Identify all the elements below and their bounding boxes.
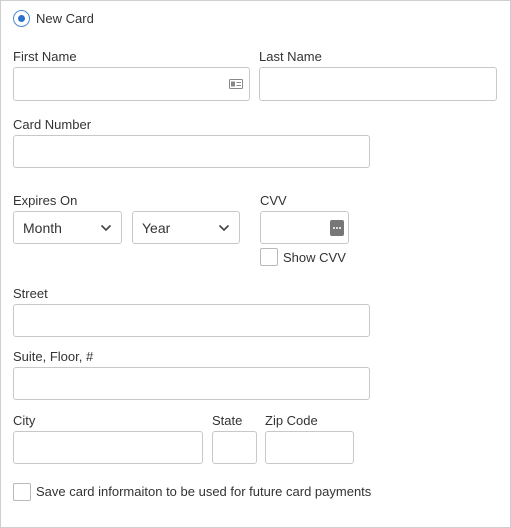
card-number-label: Card Number [13,117,92,132]
cvv-input[interactable] [260,211,349,244]
expiry-year-select[interactable]: Year [132,211,240,244]
dots-icon [330,220,344,236]
card-number-input[interactable] [13,135,370,168]
expiry-year-value: Year [142,220,171,236]
show-cvv-label: Show CVV [283,250,346,265]
radio-selected-dot [17,14,25,22]
last-name-label: Last Name [259,49,322,64]
chevron-down-icon [218,224,230,232]
payment-form: New Card First Name Last Name Card Numbe… [0,0,511,528]
expiry-month-select[interactable]: Month [13,211,122,244]
street-label: Street [13,286,48,301]
suite-label: Suite, Floor, # [13,349,94,364]
suite-input[interactable] [13,367,370,400]
save-card-label: Save card informaiton to be used for fut… [36,484,372,499]
last-name-input[interactable] [259,67,497,101]
save-card-checkbox[interactable] [13,483,31,501]
new-card-radio[interactable] [13,10,30,27]
first-name-input[interactable] [13,67,250,101]
state-label: State [212,413,243,428]
first-name-label: First Name [13,49,77,64]
new-card-label: New Card [36,11,94,26]
street-input[interactable] [13,304,370,337]
show-cvv-checkbox[interactable] [260,248,278,266]
expires-on-label: Expires On [13,193,78,208]
contact-card-icon [229,79,243,89]
zip-code-label: Zip Code [265,413,318,428]
chevron-down-icon [100,224,112,232]
city-label: City [13,413,36,428]
state-input[interactable] [212,431,257,464]
expiry-month-value: Month [23,220,62,236]
cvv-label: CVV [260,193,287,208]
zip-code-input[interactable] [265,431,354,464]
city-input[interactable] [13,431,203,464]
